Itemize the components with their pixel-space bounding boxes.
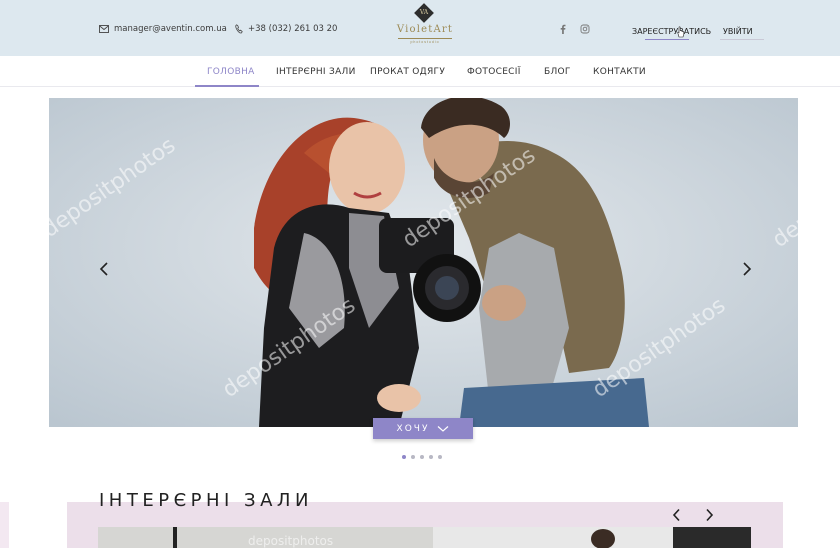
slider-dot[interactable] [411, 455, 415, 459]
slider-dot[interactable] [420, 455, 424, 459]
logo-tagline: photostudio [398, 38, 452, 44]
login-link[interactable]: УВІЙТИ [723, 27, 753, 36]
nav-item-home[interactable]: ГОЛОВНА [207, 67, 255, 77]
want-button-label: ХОЧУ [396, 423, 430, 434]
slider-dots [402, 455, 442, 459]
nav-active-indicator [195, 85, 259, 87]
nav-item-interiors[interactable]: ІНТЕРЄРНІ ЗАЛИ [276, 67, 356, 77]
login-underline [720, 39, 764, 40]
nav-item-blog[interactable]: БЛОГ [544, 67, 571, 77]
section-decor [0, 502, 9, 548]
register-underline [645, 39, 689, 40]
facebook-icon[interactable] [558, 24, 568, 34]
interior-card[interactable]: depositphotos [98, 527, 433, 548]
main-nav: ГОЛОВНА ІНТЕРЄРНІ ЗАЛИ ПРОКАТ ОДЯГУ ФОТО… [0, 56, 840, 87]
hero-slider: depositphotos depositphotos depositphoto… [49, 98, 798, 427]
slider-dot[interactable] [429, 455, 433, 459]
hero-photo: depositphotos depositphotos depositphoto… [49, 98, 798, 427]
phone-text: +38 (032) 261 03 20 [248, 24, 338, 34]
slider-dot[interactable] [438, 455, 442, 459]
email-contact[interactable]: manager@aventin.com.ua [99, 24, 227, 34]
svg-text:depositphotos: depositphotos [248, 534, 333, 548]
logo-name: VioletArt [396, 24, 454, 35]
phone-icon [235, 24, 243, 34]
nav-item-contacts[interactable]: КОНТАКТИ [593, 67, 646, 77]
instagram-icon[interactable] [580, 24, 590, 34]
hand-cursor-icon [677, 26, 685, 38]
top-bar: manager@aventin.com.ua +38 (032) 261 03 … [0, 0, 840, 56]
interiors-next-button[interactable] [703, 508, 715, 522]
chevron-down-icon [438, 425, 449, 432]
register-link[interactable]: ЗАРЕЄСТРУВАТИСЬ [632, 27, 711, 36]
interiors-title: ІНТЕРЄРНІ ЗАЛИ [99, 490, 313, 511]
interiors-prev-button[interactable] [671, 508, 683, 522]
slider-next-button[interactable] [738, 261, 754, 277]
interior-card[interactable] [433, 527, 751, 548]
nav-item-photoshoots[interactable]: ФОТОСЕСІЇ [467, 67, 521, 77]
nav-item-clothing-rental[interactable]: ПРОКАТ ОДЯГУ [370, 67, 445, 77]
want-button[interactable]: ХОЧУ [373, 418, 473, 439]
slider-dot[interactable] [402, 455, 406, 459]
phone-contact[interactable]: +38 (032) 261 03 20 [235, 24, 337, 34]
slider-prev-button[interactable] [97, 261, 113, 277]
logo-mark: VA [414, 3, 434, 23]
site-logo[interactable]: VA VioletArt photostudio [386, 3, 464, 46]
mail-icon [99, 25, 109, 33]
email-text: manager@aventin.com.ua [114, 24, 227, 34]
